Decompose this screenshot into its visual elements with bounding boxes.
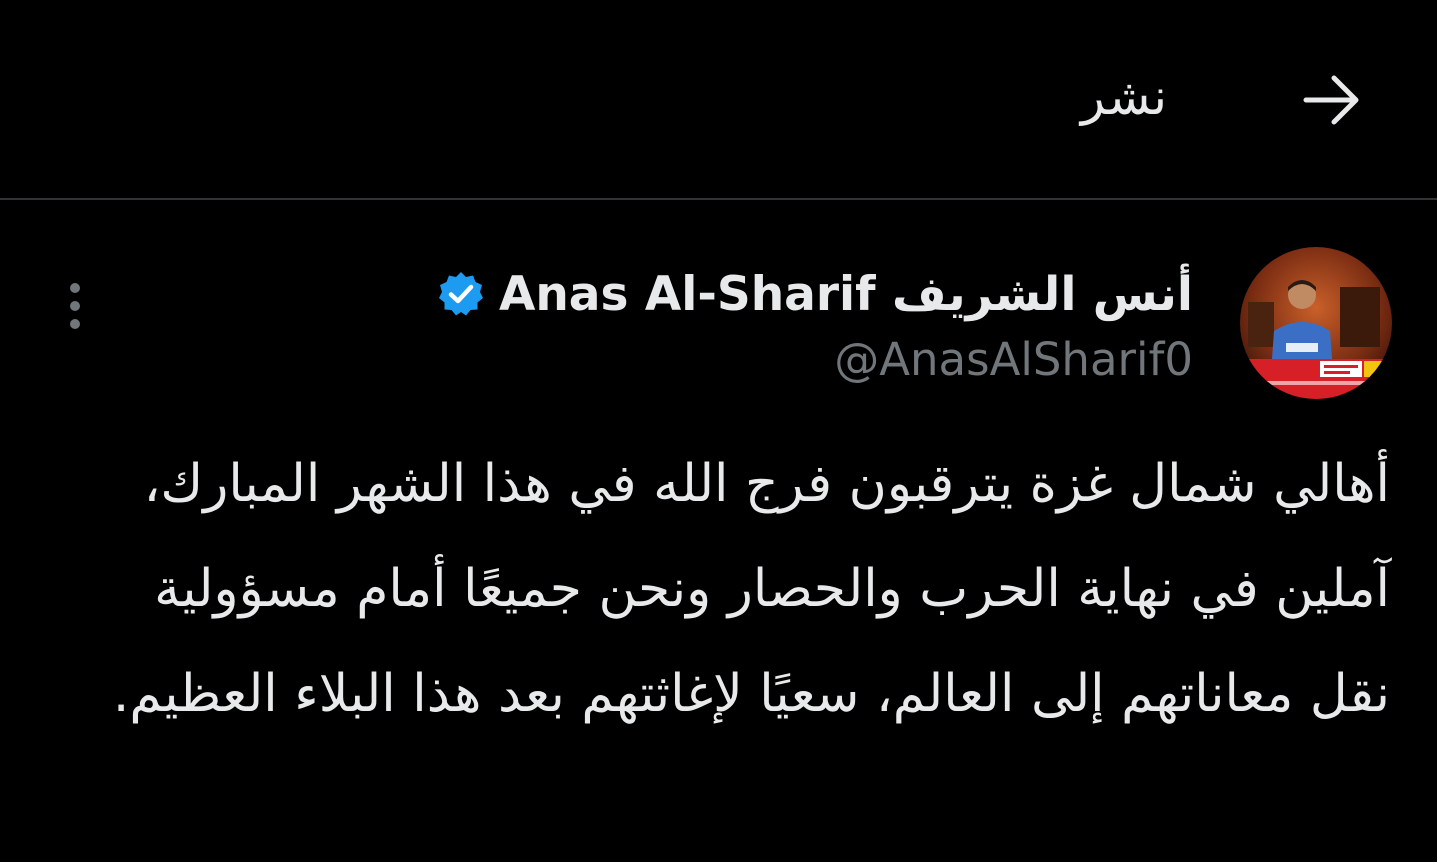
top-bar: نشر bbox=[0, 0, 1437, 200]
avatar-photo bbox=[1240, 247, 1392, 399]
author-name-row: Anas Al-Sharif أنس الشريف bbox=[437, 262, 1193, 326]
screen: نشر Anas Al-Sharif أنس الشريف @AnasAlSha… bbox=[0, 0, 1437, 862]
author-display-name[interactable]: Anas Al-Sharif أنس الشريف bbox=[499, 267, 1193, 322]
avatar[interactable] bbox=[1240, 247, 1392, 399]
more-vertical-icon bbox=[70, 283, 80, 329]
page-title: نشر bbox=[1080, 68, 1167, 126]
more-options-button[interactable] bbox=[50, 276, 100, 336]
post-text: أهالي شمال غزة يترقبون فرج الله في هذا ا… bbox=[112, 454, 1390, 724]
back-button[interactable] bbox=[1292, 60, 1372, 140]
arrow-right-icon bbox=[1303, 75, 1359, 125]
verified-badge-icon bbox=[437, 270, 485, 318]
author-handle[interactable]: @AnasAlSharif0 bbox=[834, 330, 1193, 390]
